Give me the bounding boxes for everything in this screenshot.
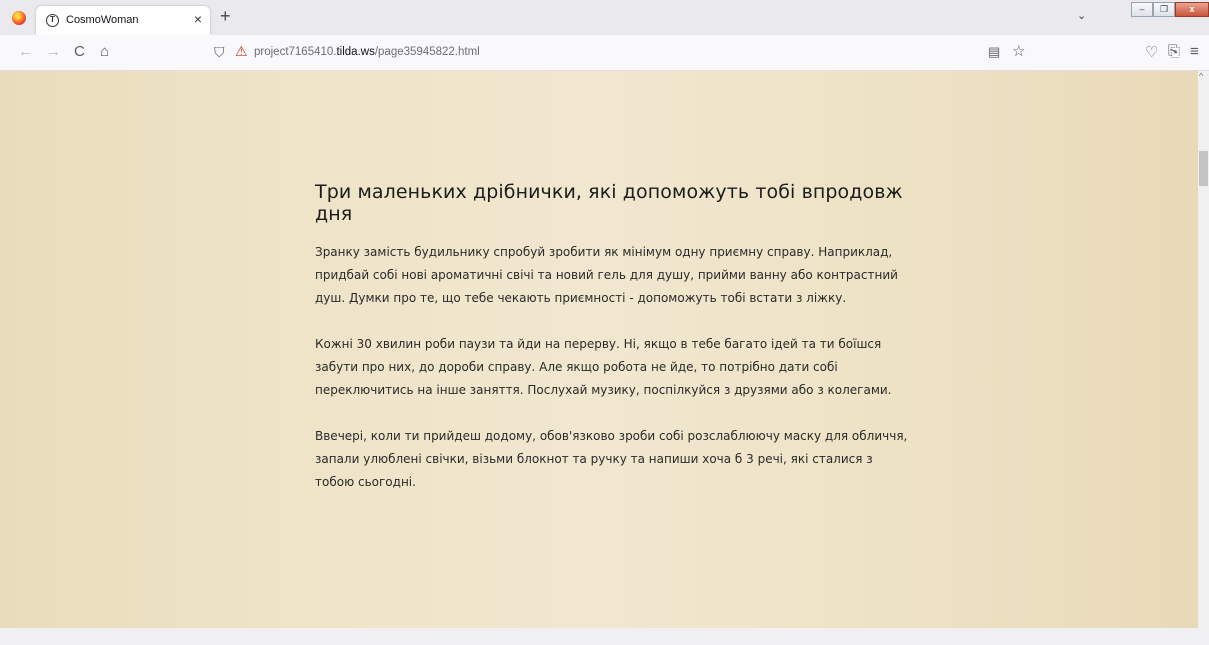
vertical-scrollbar[interactable]: ^ [1198,71,1209,628]
minimize-button[interactable]: – [1131,2,1153,17]
paragraph-morning: Зранку замість будильнику спробуй зробит… [315,245,898,305]
scroll-up-arrow-icon[interactable]: ^ [1199,71,1203,81]
tab-list-chevron-icon[interactable]: ⌄ [1077,9,1086,22]
insecure-connection-icon[interactable]: ⚠ [235,43,248,60]
site-favicon-icon: T [46,14,59,27]
reader-view-icon[interactable]: ▤ [988,44,1000,60]
paragraph-evening: Ввечері, коли ти прийдеш додому, обов'яз… [315,429,908,489]
new-tab-button[interactable]: + [220,6,231,27]
back-button[interactable]: ← [18,43,33,60]
forward-button[interactable]: → [46,43,61,60]
navigation-bar: ← → C ⌂ ⛉ ⚠ project7165410.tilda.ws/page… [0,35,1209,71]
hamburger-menu-icon[interactable]: ≡ [1190,43,1199,60]
browser-tab[interactable]: T CosmoWoman × [36,6,210,35]
extensions-icon[interactable]: ⎘ [1168,43,1180,60]
home-button[interactable]: ⌂ [100,43,109,60]
window-bottom-edge [0,628,1209,645]
url-text[interactable]: project7165410.tilda.ws/page35945822.htm… [254,46,480,58]
page-viewport: Три маленьких дрібнички, які допоможуть … [0,71,1198,628]
article: Три маленьких дрібнички, які допоможуть … [315,181,915,494]
reload-button[interactable]: C [74,43,85,60]
window-controls: – ❐ x [1131,2,1209,18]
tab-title: CosmoWoman [66,14,139,26]
tab-strip: T CosmoWoman × + ⌄ – ❐ x [0,0,1209,35]
close-window-button[interactable]: x [1175,2,1209,17]
maximize-button[interactable]: ❐ [1153,2,1175,17]
close-tab-icon[interactable]: × [194,11,202,27]
paragraph-breaks: Кожні 30 хвилин роби паузи та йди на пер… [315,337,892,397]
pocket-icon[interactable]: ♡ [1145,43,1158,61]
scroll-thumb[interactable] [1199,151,1208,186]
tracking-protection-shield-icon[interactable]: ⛉ [214,44,225,61]
url-bar[interactable]: ⛉ ⚠ project7165410.tilda.ws/page35945822… [202,39,1042,67]
firefox-logo-icon[interactable] [12,11,26,25]
bookmark-star-icon[interactable]: ☆ [1012,42,1025,60]
article-title: Три маленьких дрібнички, які допоможуть … [315,181,903,225]
